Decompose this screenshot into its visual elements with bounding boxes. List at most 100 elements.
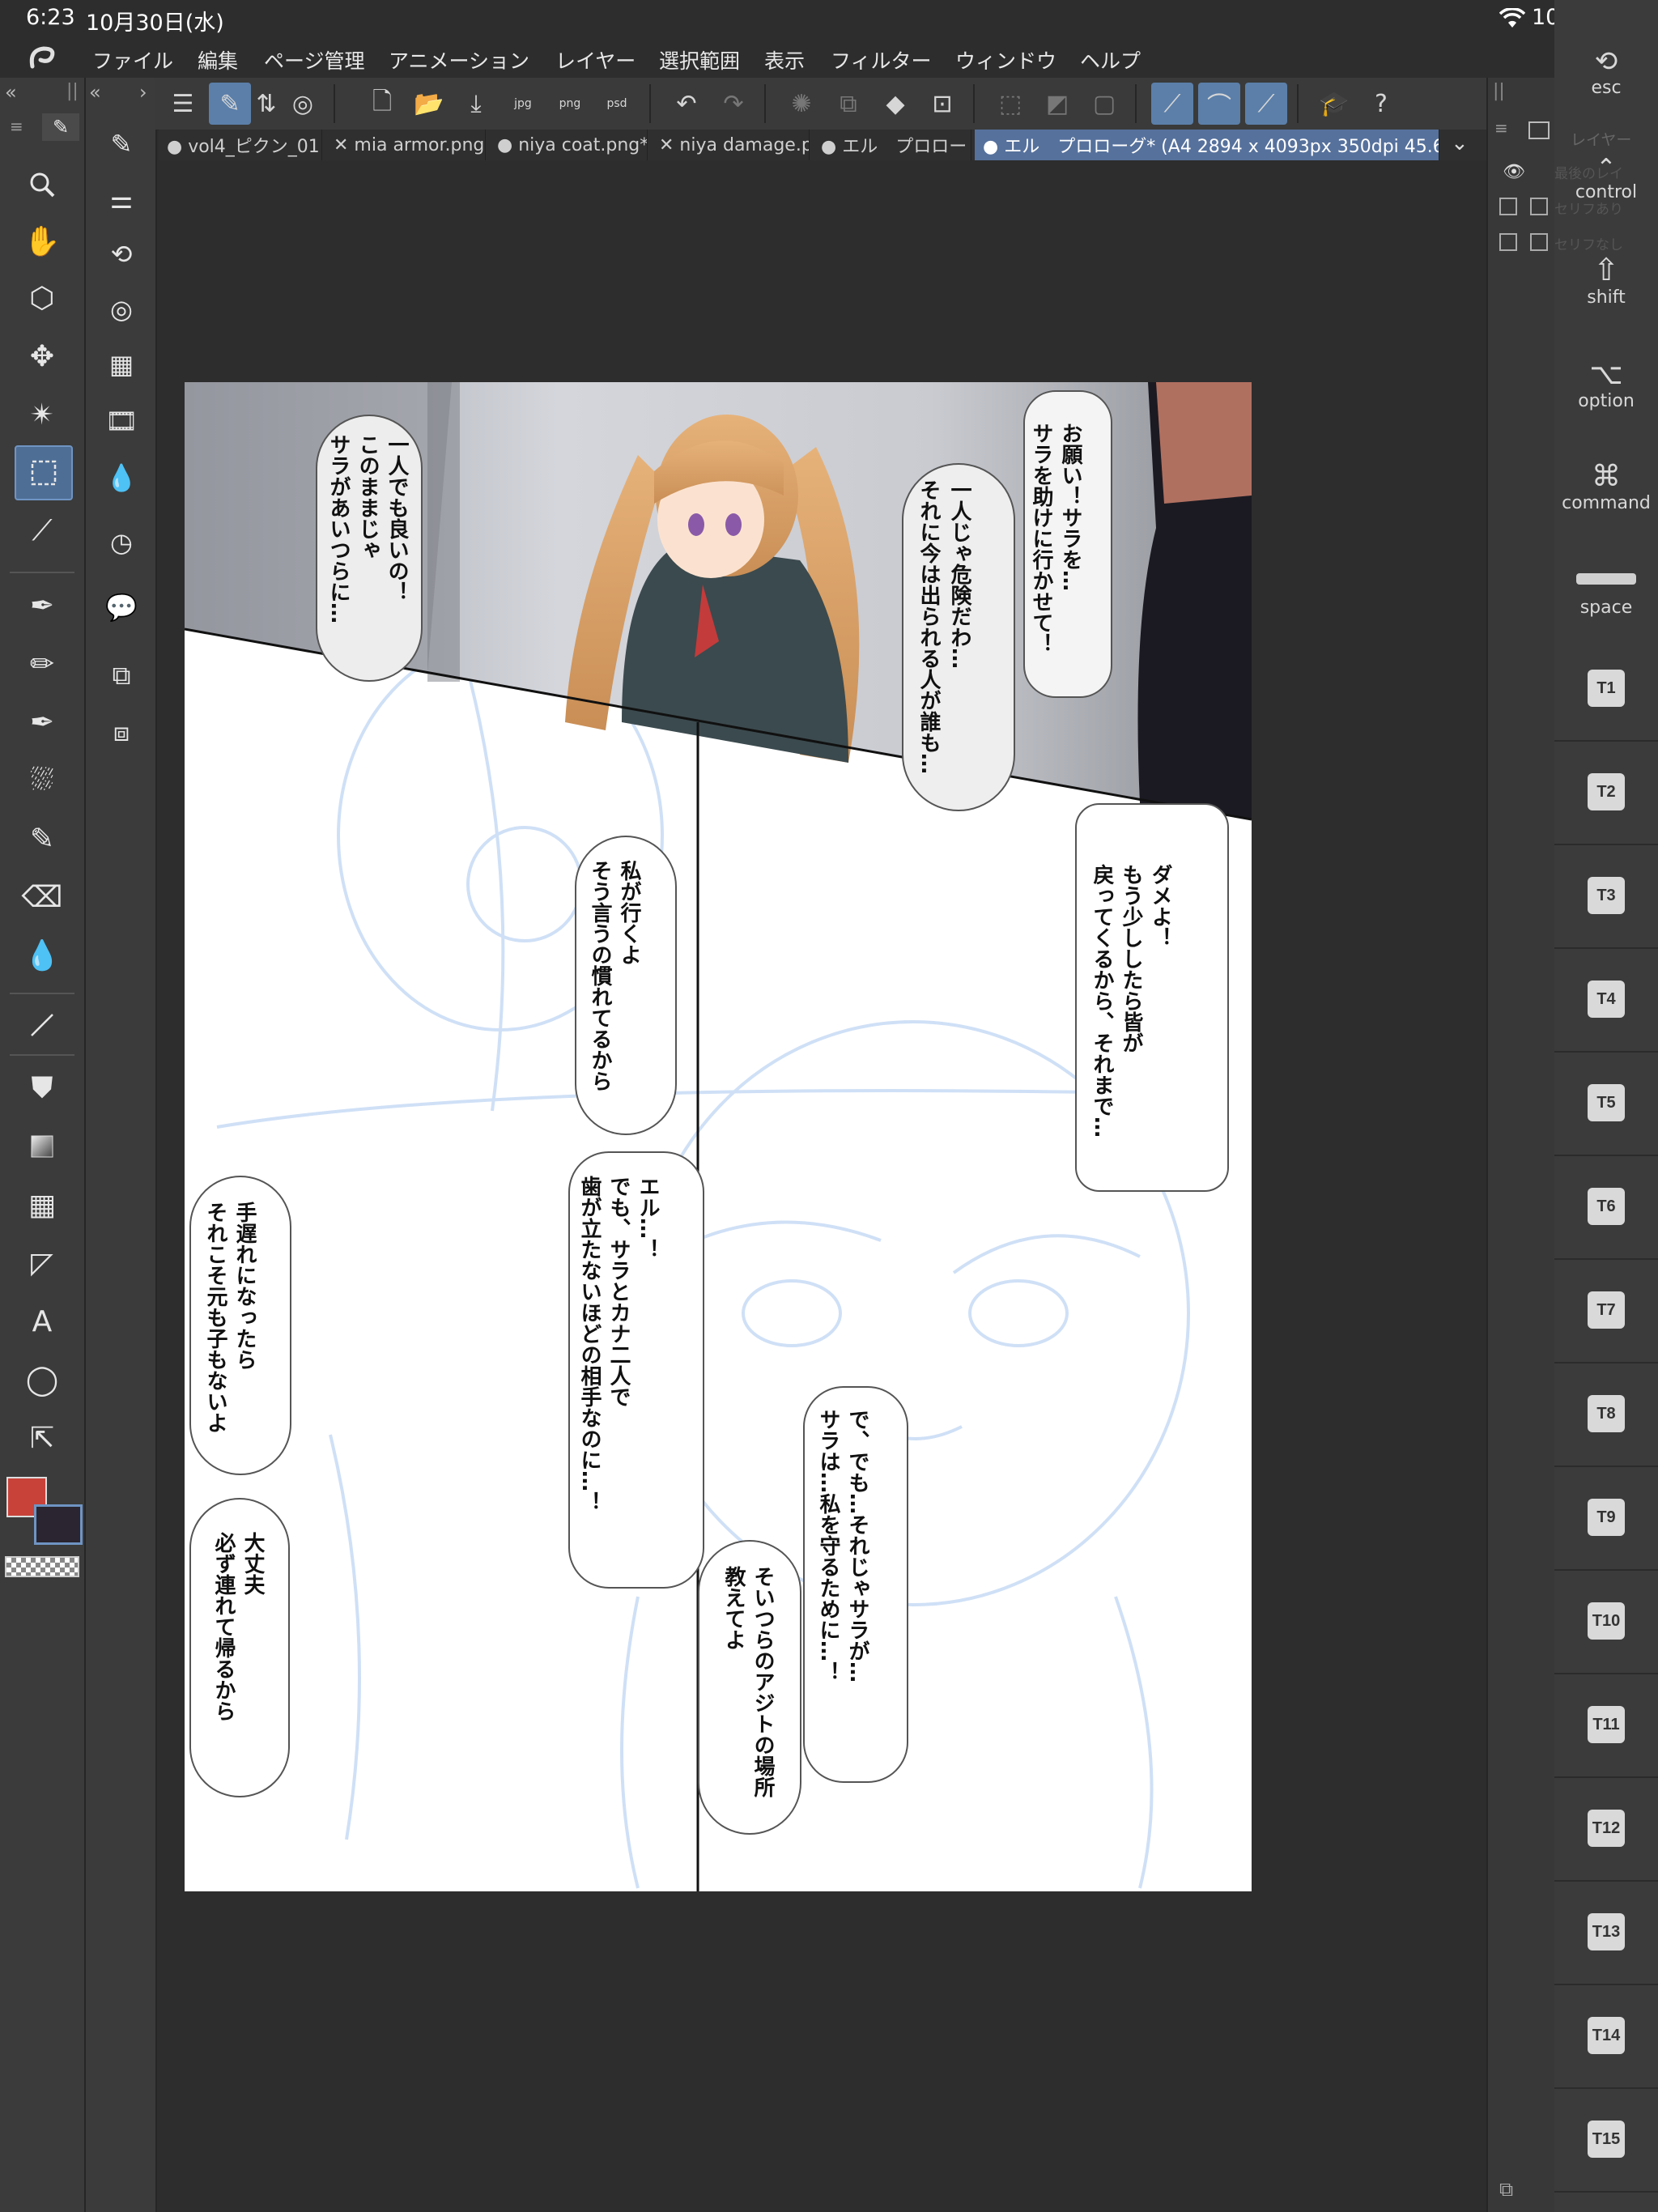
comment-icon[interactable]: 💬	[99, 585, 144, 630]
t3-key[interactable]: T3	[1554, 844, 1658, 949]
subtool-detail-icon[interactable]: ✎	[99, 121, 144, 167]
t10-key[interactable]: T10	[1554, 1569, 1658, 1674]
t15-key[interactable]: T15	[1554, 2087, 1658, 2193]
crop-icon[interactable]: ⊡	[921, 83, 963, 125]
collapse-subtool-icon[interactable]: «	[89, 81, 101, 104]
gradient-tool-icon[interactable]	[15, 1121, 70, 1172]
color-wheel-icon[interactable]: ⟲	[99, 232, 144, 277]
transparent-color-swatch[interactable]	[5, 1556, 79, 1577]
layer-checkbox-4[interactable]	[1530, 233, 1548, 251]
menu-filter[interactable]: フィルター	[831, 45, 932, 74]
export-png-icon[interactable]: png	[549, 83, 591, 125]
shift-key[interactable]: ⇧ shift	[1554, 235, 1658, 324]
t4-key[interactable]: T4	[1554, 947, 1658, 1053]
menu-lines-icon[interactable]: ≡	[10, 117, 23, 136]
tab-vol4[interactable]: ● vol4_ピクン_01	[159, 130, 322, 160]
tool-property-icon[interactable]: ⚌	[99, 177, 144, 222]
command-key[interactable]: ⌘ command	[1554, 442, 1658, 531]
open-folder-icon[interactable]: 📂	[408, 83, 450, 125]
brush-shape-icon[interactable]: ⌒	[1198, 83, 1240, 125]
fill-selection-icon[interactable]: ◆	[874, 83, 916, 125]
brush-tool-icon[interactable]: ✒	[15, 696, 70, 748]
zoom-tool-icon[interactable]	[15, 159, 70, 211]
color-slider-icon[interactable]: ◎	[99, 287, 144, 332]
export-psd-icon[interactable]: psd	[596, 83, 638, 125]
t14-key[interactable]: T14	[1554, 1984, 1658, 2089]
tab-dropdown-icon[interactable]: ⌄	[1451, 131, 1469, 155]
menu-animation[interactable]: アニメーション	[389, 45, 529, 74]
help-icon[interactable]: ?	[1360, 83, 1402, 125]
layer-checkbox-1[interactable]	[1499, 198, 1517, 215]
t7-key[interactable]: T7	[1554, 1258, 1658, 1363]
pen-tool-icon[interactable]: ✒	[15, 580, 70, 632]
stabilizer-icon[interactable]: ⟋	[1151, 83, 1193, 125]
object-3d-tool-icon[interactable]: ⬡	[15, 272, 70, 324]
t11-key[interactable]: T11	[1554, 1673, 1658, 1778]
space-key[interactable]: space	[1554, 551, 1658, 640]
line-tool-icon[interactable]	[15, 999, 70, 1051]
expand-subtool-icon[interactable]: ›	[139, 81, 147, 104]
layers-icon[interactable]: ⧉	[99, 653, 144, 698]
manga-page[interactable]: お願い！サラを… サラを助けに行かせて！ 一人じゃ危険だわ… それに今は出られる…	[185, 382, 1252, 1891]
option-key[interactable]: ⌥ option	[1554, 340, 1658, 429]
new-layer-icon[interactable]: ⧉	[1499, 2178, 1513, 2201]
menu-window[interactable]: ウィンドウ	[955, 45, 1056, 74]
mode-toggle-icon[interactable]: ⇅	[254, 83, 278, 125]
panel-grip-right-icon[interactable]: ||	[1493, 81, 1505, 101]
layer-tab-icon[interactable]	[1528, 121, 1550, 139]
t12-key[interactable]: T12	[1554, 1776, 1658, 1882]
tab-el-prologue-active[interactable]: ● エル プロローグ* (A4 2894 x 4093px 350dpi 45.…	[975, 130, 1439, 160]
blend-mode-icon[interactable]: 💧	[99, 455, 144, 500]
auto-select-tool-icon[interactable]: ✴	[15, 389, 70, 440]
t1-key[interactable]: T1	[1554, 636, 1658, 742]
layer-checkbox-3[interactable]	[1499, 233, 1517, 251]
transform-icon[interactable]: ⧉	[827, 83, 869, 125]
undo-icon[interactable]: ↶	[665, 83, 708, 125]
layer-search-icon[interactable]: ⧈	[99, 709, 144, 755]
sub-color-swatch[interactable]	[34, 1504, 83, 1545]
invert-selection-icon[interactable]: ◩	[1036, 83, 1078, 125]
control-key[interactable]: ⌃ control	[1554, 138, 1658, 219]
eye-icon[interactable]: 👁	[1503, 162, 1525, 182]
redo-icon[interactable]: ↷	[712, 83, 755, 125]
ruler-tool-icon[interactable]: ◸	[15, 1237, 70, 1289]
menu-help[interactable]: ヘルプ	[1080, 45, 1141, 74]
fill-tool-icon[interactable]: ⛊	[15, 1062, 70, 1114]
balloon-tool-icon[interactable]: ◯	[15, 1354, 70, 1406]
spiral-icon[interactable]: ◎	[282, 83, 324, 125]
export-jpg-icon[interactable]: jpg	[502, 83, 544, 125]
expand-selection-icon[interactable]: ▢	[1083, 83, 1125, 125]
t6-key[interactable]: T6	[1554, 1155, 1658, 1260]
t5-key[interactable]: T5	[1554, 1051, 1658, 1156]
t8-key[interactable]: T8	[1554, 1362, 1658, 1467]
pen-tab-icon[interactable]: ✎	[42, 113, 79, 141]
deselect-icon[interactable]: ⬚	[989, 83, 1031, 125]
menu-layer[interactable]: レイヤー	[555, 45, 636, 74]
app-logo-icon[interactable]	[26, 44, 58, 76]
esc-key[interactable]: ⟲ esc	[1554, 32, 1658, 110]
blend-tool-icon[interactable]: 💧	[15, 929, 70, 981]
frame-tool-icon[interactable]: ▦	[15, 1179, 70, 1231]
menu-selection[interactable]: 選択範囲	[659, 45, 740, 74]
tab-el-prologue-1[interactable]: ● エル プロロー	[813, 130, 971, 160]
layer-menu-icon[interactable]: ≡	[1494, 118, 1508, 138]
navigator-icon[interactable]: ◷	[99, 520, 144, 565]
new-file-icon[interactable]: 🗋	[361, 83, 403, 125]
hand-tool-icon[interactable]: ✋	[15, 215, 70, 267]
eraser-tool-icon[interactable]: ⌫	[15, 871, 70, 923]
correct-line-tool-icon[interactable]: ⇱	[15, 1412, 70, 1464]
menu-file[interactable]: ファイル	[92, 45, 173, 74]
decoration-tool-icon[interactable]: ✎	[15, 813, 70, 865]
airbrush-tool-icon[interactable]: ⛆	[15, 755, 70, 806]
collapse-left-icon[interactable]: «	[5, 81, 17, 104]
color-set-icon[interactable]: ▦	[99, 342, 144, 387]
menu-edit[interactable]: 編集	[198, 45, 238, 74]
pencil-tool-icon[interactable]: ✏	[15, 638, 70, 690]
menu-page-management[interactable]: ページ管理	[264, 45, 365, 74]
menu-view[interactable]: 表示	[764, 45, 805, 74]
selection-tool-icon[interactable]	[15, 445, 73, 500]
t13-key[interactable]: T13	[1554, 1880, 1658, 1985]
t2-key[interactable]: T2	[1554, 740, 1658, 845]
loading-icon[interactable]: ✺	[780, 83, 823, 125]
hamburger-menu-icon[interactable]: ☰	[162, 83, 204, 125]
